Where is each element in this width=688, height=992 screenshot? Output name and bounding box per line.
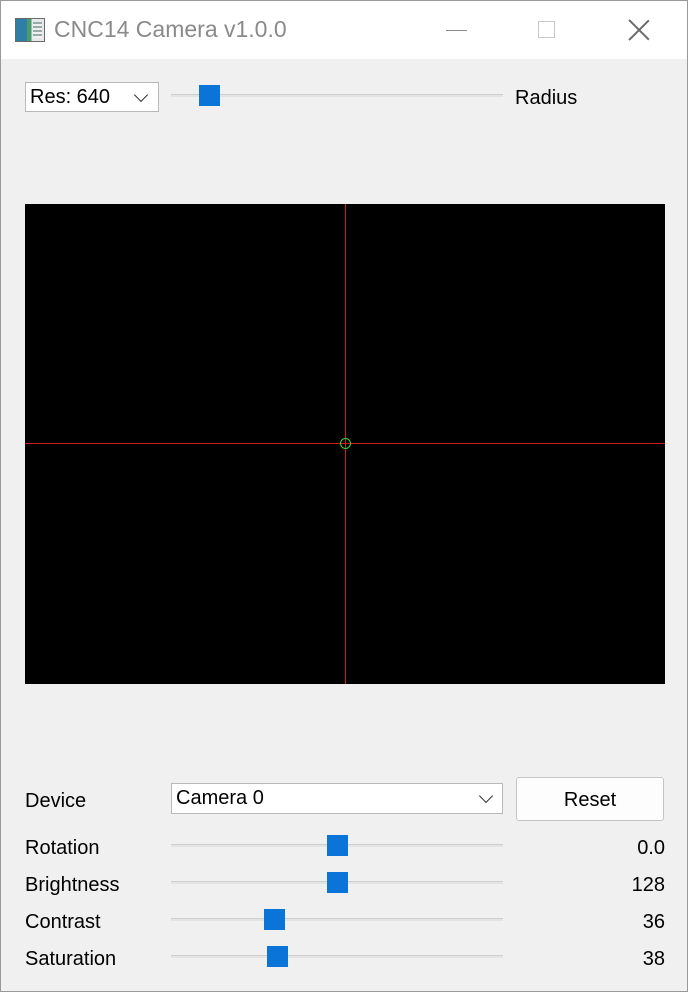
brightness-value: 128 bbox=[631, 874, 665, 896]
maximize-icon bbox=[538, 21, 555, 38]
center-circle bbox=[340, 438, 351, 449]
slider-thumb[interactable] bbox=[327, 872, 348, 893]
app-icon bbox=[15, 18, 45, 42]
app-window: CNC14 Camera v1.0.0 Res: 640 Radius Devi… bbox=[0, 0, 688, 992]
slider-thumb[interactable] bbox=[199, 85, 220, 106]
device-dropdown[interactable]: Camera 0 bbox=[171, 783, 503, 814]
brightness-label: Brightness bbox=[25, 874, 120, 896]
rotation-value: 0.0 bbox=[637, 837, 665, 859]
minimize-icon bbox=[446, 30, 467, 31]
slider-thumb[interactable] bbox=[327, 835, 348, 856]
radius-slider[interactable] bbox=[171, 85, 503, 106]
saturation-label: Saturation bbox=[25, 948, 117, 970]
reset-button[interactable]: Reset bbox=[516, 777, 664, 821]
slider-thumb[interactable] bbox=[264, 909, 285, 930]
saturation-slider[interactable] bbox=[171, 946, 503, 967]
radius-label: Radius bbox=[515, 87, 578, 109]
brightness-slider[interactable] bbox=[171, 872, 503, 893]
contrast-value: 36 bbox=[642, 911, 665, 933]
close-icon bbox=[628, 19, 650, 41]
saturation-value: 38 bbox=[642, 948, 665, 970]
slider-track bbox=[171, 955, 503, 958]
maximize-button[interactable] bbox=[501, 1, 591, 59]
contrast-label: Contrast bbox=[25, 911, 101, 933]
resolution-selected: Res: 640 bbox=[30, 86, 111, 108]
chevron-down-icon bbox=[478, 788, 494, 804]
slider-track bbox=[171, 94, 503, 97]
slider-track bbox=[171, 918, 503, 921]
rotation-slider[interactable] bbox=[171, 835, 503, 856]
close-button[interactable] bbox=[595, 1, 685, 59]
contrast-slider[interactable] bbox=[171, 909, 503, 930]
rotation-label: Rotation bbox=[25, 837, 100, 859]
slider-thumb[interactable] bbox=[267, 946, 288, 967]
camera-view[interactable] bbox=[25, 204, 665, 684]
chevron-down-icon bbox=[133, 87, 149, 103]
minimize-button[interactable] bbox=[411, 1, 501, 59]
device-label: Device bbox=[25, 790, 87, 812]
device-selected: Camera 0 bbox=[176, 787, 264, 809]
title-bar[interactable]: CNC14 Camera v1.0.0 bbox=[1, 1, 687, 59]
resolution-dropdown[interactable]: Res: 640 bbox=[25, 82, 159, 112]
window-title: CNC14 Camera v1.0.0 bbox=[54, 16, 287, 42]
